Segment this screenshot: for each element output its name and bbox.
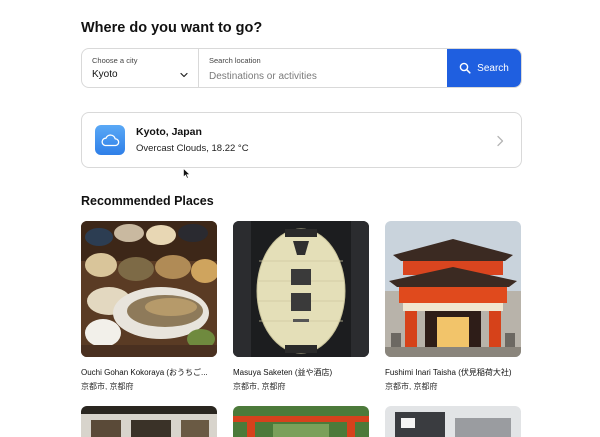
recommended-title: Recommended Places	[81, 194, 214, 208]
food-photo	[81, 221, 217, 357]
place-card-partial-2[interactable]	[233, 406, 369, 437]
city-select[interactable]: Choose a city Kyoto	[82, 49, 199, 87]
page-title: Where do you want to go?	[81, 20, 263, 36]
location-caption: Search location	[209, 56, 261, 65]
chevron-down-icon	[180, 72, 188, 78]
location-field[interactable]: Search location	[199, 49, 447, 87]
place-location: 京都市, 京都府	[385, 382, 438, 391]
lantern-photo	[233, 221, 369, 357]
chevron-right-icon	[497, 135, 504, 147]
mouse-cursor-icon	[183, 168, 191, 179]
place-card-ouchi-gohan[interactable]: Ouchi Gohan Kokoraya (おうちご... 京都市, 京都府	[81, 221, 217, 392]
shrine-gate-photo	[385, 221, 521, 357]
place-location: 京都市, 京都府	[233, 382, 286, 391]
search-button-label: Search	[477, 62, 509, 74]
place-card-partial-3[interactable]	[385, 406, 521, 437]
place-card-partial-1[interactable]	[81, 406, 217, 437]
place-card-fushimi-inari[interactable]: Fushimi Inari Taisha (伏見稲荷大社) 京都市, 京都府	[385, 221, 521, 392]
city-select-caption: Choose a city	[92, 56, 138, 65]
place-name: Ouchi Gohan Kokoraya (おうちご...	[81, 368, 208, 377]
search-icon	[459, 62, 471, 74]
city-select-value: Kyoto	[92, 69, 118, 80]
weather-city: Kyoto, Japan	[136, 126, 202, 138]
place-card-masuya-saketen[interactable]: Masuya Saketen (益や酒店) 京都市, 京都府	[233, 221, 369, 392]
place-name: Masuya Saketen (益や酒店)	[233, 368, 333, 377]
search-button[interactable]: Search	[447, 49, 521, 87]
location-input[interactable]	[209, 71, 437, 82]
place-name: Fushimi Inari Taisha (伏見稲荷大社)	[385, 368, 512, 377]
place-location: 京都市, 京都府	[81, 382, 134, 391]
weather-card[interactable]: Kyoto, Japan Overcast Clouds, 18.22 °C	[81, 112, 522, 168]
weather-text: Kyoto, Japan Overcast Clouds, 18.22 °C	[136, 126, 249, 154]
search-bar: Choose a city Kyoto Search location Sear…	[81, 48, 522, 88]
weather-icon-box	[95, 125, 125, 155]
cloud-icon	[101, 134, 120, 147]
weather-description: Overcast Clouds, 18.22 °C	[136, 143, 249, 154]
